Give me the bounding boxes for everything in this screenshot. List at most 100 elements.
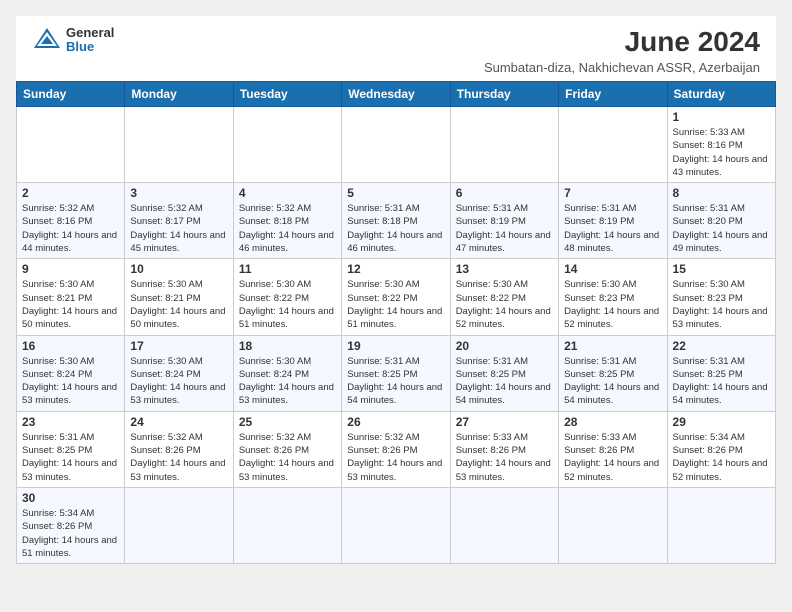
day-info: Sunrise: 5:32 AM Sunset: 8:26 PM Dayligh…: [347, 431, 444, 484]
month-title: June 2024: [484, 26, 760, 58]
calendar-cell: 28 Sunrise: 5:33 AM Sunset: 8:26 PM Dayli…: [559, 411, 667, 487]
calendar-cell: [125, 487, 233, 563]
day-number: 24: [130, 415, 227, 429]
day-info: Sunrise: 5:31 AM Sunset: 8:19 PM Dayligh…: [456, 202, 553, 255]
day-info: Sunrise: 5:30 AM Sunset: 8:21 PM Dayligh…: [130, 278, 227, 331]
day-info: Sunrise: 5:31 AM Sunset: 8:25 PM Dayligh…: [456, 355, 553, 408]
calendar-cell: 14Sunrise: 5:30 AM Sunset: 8:23 PM Dayli…: [559, 259, 667, 335]
logo-general-text: General: [66, 26, 114, 40]
day-number: 9: [22, 262, 119, 276]
day-info: Sunrise: 5:32 AM Sunset: 8:18 PM Dayligh…: [239, 202, 336, 255]
day-number: 5: [347, 186, 444, 200]
calendar-cell: 1Sunrise: 5:33 AM Sunset: 8:16 PM Daylig…: [667, 107, 775, 183]
calendar-cell: 8 Sunrise: 5:31 AM Sunset: 8:20 PM Daylig…: [667, 183, 775, 259]
calendar-cell: 21 Sunrise: 5:31 AM Sunset: 8:25 PM Dayli…: [559, 335, 667, 411]
day-number: 22: [673, 339, 770, 353]
calendar-cell: 25 Sunrise: 5:32 AM Sunset: 8:26 PM Dayli…: [233, 411, 341, 487]
day-header-row: Sunday Monday Tuesday Wednesday Thursday…: [17, 82, 776, 107]
day-info: Sunrise: 5:30 AM Sunset: 8:23 PM Dayligh…: [564, 278, 661, 331]
day-number: 25: [239, 415, 336, 429]
calendar-cell: 9Sunrise: 5:30 AM Sunset: 8:21 PM Daylig…: [17, 259, 125, 335]
calendar-cell: 20 Sunrise: 5:31 AM Sunset: 8:25 PM Dayli…: [450, 335, 558, 411]
day-number: 15: [673, 262, 770, 276]
logo-blue-text: Blue: [66, 40, 114, 54]
calendar-cell: 7Sunrise: 5:31 AM Sunset: 8:19 PM Daylig…: [559, 183, 667, 259]
header-saturday: Saturday: [667, 82, 775, 107]
day-info: Sunrise: 5:31 AM Sunset: 8:25 PM Dayligh…: [673, 355, 770, 408]
calendar-table: Sunday Monday Tuesday Wednesday Thursday…: [16, 81, 776, 564]
day-info: Sunrise: 5:33 AM Sunset: 8:26 PM Dayligh…: [564, 431, 661, 484]
day-info: Sunrise: 5:32 AM Sunset: 8:17 PM Dayligh…: [130, 202, 227, 255]
day-number: 16: [22, 339, 119, 353]
day-info: Sunrise: 5:31 AM Sunset: 8:25 PM Dayligh…: [22, 431, 119, 484]
page-header: General Blue June 2024 Sumbatan-diza, Na…: [16, 16, 776, 81]
day-number: 8: [673, 186, 770, 200]
calendar-cell: 15 Sunrise: 5:30 AM Sunset: 8:23 PM Dayli…: [667, 259, 775, 335]
calendar-cell: 17Sunrise: 5:30 AM Sunset: 8:24 PM Dayli…: [125, 335, 233, 411]
calendar-cell: 5 Sunrise: 5:31 AM Sunset: 8:18 PM Daylig…: [342, 183, 450, 259]
week-row-5: 30Sunrise: 5:34 AM Sunset: 8:26 PM Dayli…: [17, 487, 776, 563]
day-number: 19: [347, 339, 444, 353]
day-number: 21: [564, 339, 661, 353]
week-row-1: 2Sunrise: 5:32 AM Sunset: 8:16 PM Daylig…: [17, 183, 776, 259]
day-info: Sunrise: 5:34 AM Sunset: 8:26 PM Dayligh…: [673, 431, 770, 484]
week-row-2: 9 Sunrise: 5:30 AM Sunset: 8:21 PM Daylig…: [17, 259, 776, 335]
day-number: 2: [22, 186, 119, 200]
calendar-body: 1Sunrise: 5:33 AM Sunset: 8:16 PM Daylig…: [17, 107, 776, 564]
day-number: 11: [239, 262, 336, 276]
day-number: 4: [239, 186, 336, 200]
calendar-cell: [233, 107, 341, 183]
day-info: Sunrise: 5:30 AM Sunset: 8:23 PM Dayligh…: [673, 278, 770, 331]
calendar-cell: [233, 487, 341, 563]
calendar-cell: 22 Sunrise: 5:31 AM Sunset: 8:25 PM Dayli…: [667, 335, 775, 411]
week-row-3: 16 Sunrise: 5:30 AM Sunset: 8:24 PM Dayli…: [17, 335, 776, 411]
day-number: 20: [456, 339, 553, 353]
calendar-cell: 27Sunrise: 5:33 AM Sunset: 8:26 PM Dayli…: [450, 411, 558, 487]
day-number: 7: [564, 186, 661, 200]
header-wednesday: Wednesday: [342, 82, 450, 107]
calendar-cell: 3 Sunrise: 5:32 AM Sunset: 8:17 PM Daylig…: [125, 183, 233, 259]
calendar-cell: [450, 107, 558, 183]
calendar-cell: [17, 107, 125, 183]
logo: General Blue: [32, 26, 114, 55]
calendar-cell: 16 Sunrise: 5:30 AM Sunset: 8:24 PM Dayli…: [17, 335, 125, 411]
day-info: Sunrise: 5:30 AM Sunset: 8:22 PM Dayligh…: [456, 278, 553, 331]
calendar-cell: [559, 107, 667, 183]
calendar-cell: 29 Sunrise: 5:34 AM Sunset: 8:26 PM Dayli…: [667, 411, 775, 487]
day-number: 12: [347, 262, 444, 276]
day-info: Sunrise: 5:33 AM Sunset: 8:26 PM Dayligh…: [456, 431, 553, 484]
calendar-cell: [559, 487, 667, 563]
calendar-cell: 12 Sunrise: 5:30 AM Sunset: 8:22 PM Dayli…: [342, 259, 450, 335]
day-info: Sunrise: 5:31 AM Sunset: 8:25 PM Dayligh…: [564, 355, 661, 408]
day-number: 17: [130, 339, 227, 353]
day-number: 13: [456, 262, 553, 276]
week-row-0: 1Sunrise: 5:33 AM Sunset: 8:16 PM Daylig…: [17, 107, 776, 183]
day-info: Sunrise: 5:33 AM Sunset: 8:16 PM Dayligh…: [673, 126, 770, 179]
calendar-cell: 24 Sunrise: 5:32 AM Sunset: 8:26 PM Dayli…: [125, 411, 233, 487]
day-info: Sunrise: 5:30 AM Sunset: 8:24 PM Dayligh…: [22, 355, 119, 408]
logo-text: General Blue: [66, 26, 114, 55]
calendar-cell: 4 Sunrise: 5:32 AM Sunset: 8:18 PM Daylig…: [233, 183, 341, 259]
day-info: Sunrise: 5:30 AM Sunset: 8:24 PM Dayligh…: [239, 355, 336, 408]
location-subtitle: Sumbatan-diza, Nakhichevan ASSR, Azerbai…: [484, 60, 760, 75]
calendar-cell: 13 Sunrise: 5:30 AM Sunset: 8:22 PM Dayli…: [450, 259, 558, 335]
day-number: 29: [673, 415, 770, 429]
calendar-cell: [342, 487, 450, 563]
day-info: Sunrise: 5:32 AM Sunset: 8:26 PM Dayligh…: [130, 431, 227, 484]
day-info: Sunrise: 5:30 AM Sunset: 8:22 PM Dayligh…: [347, 278, 444, 331]
calendar-cell: [667, 487, 775, 563]
day-info: Sunrise: 5:31 AM Sunset: 8:25 PM Dayligh…: [347, 355, 444, 408]
day-info: Sunrise: 5:31 AM Sunset: 8:20 PM Dayligh…: [673, 202, 770, 255]
calendar-cell: [125, 107, 233, 183]
day-number: 28: [564, 415, 661, 429]
calendar-cell: 19 Sunrise: 5:31 AM Sunset: 8:25 PM Dayli…: [342, 335, 450, 411]
day-info: Sunrise: 5:31 AM Sunset: 8:18 PM Dayligh…: [347, 202, 444, 255]
calendar-cell: 2Sunrise: 5:32 AM Sunset: 8:16 PM Daylig…: [17, 183, 125, 259]
calendar-cell: 6Sunrise: 5:31 AM Sunset: 8:19 PM Daylig…: [450, 183, 558, 259]
day-info: Sunrise: 5:32 AM Sunset: 8:26 PM Dayligh…: [239, 431, 336, 484]
header-friday: Friday: [559, 82, 667, 107]
calendar-cell: 30Sunrise: 5:34 AM Sunset: 8:26 PM Dayli…: [17, 487, 125, 563]
day-number: 3: [130, 186, 227, 200]
day-number: 23: [22, 415, 119, 429]
calendar-cell: 26Sunrise: 5:32 AM Sunset: 8:26 PM Dayli…: [342, 411, 450, 487]
